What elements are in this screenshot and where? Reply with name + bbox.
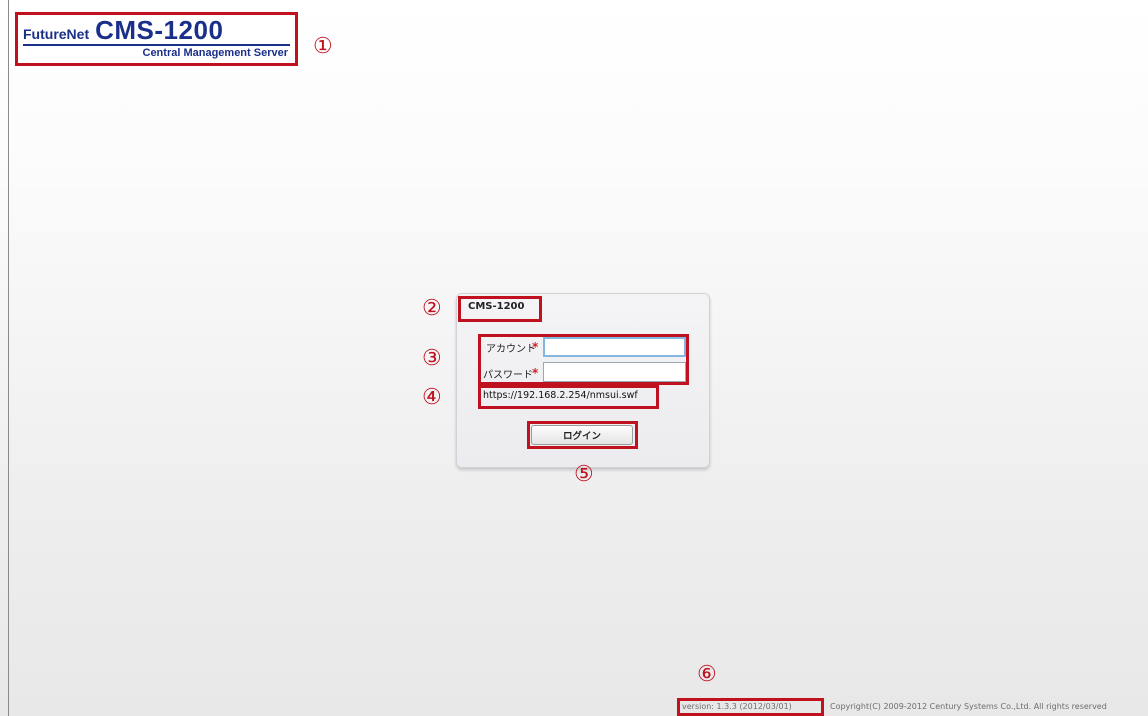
annotation-box-3	[478, 334, 689, 385]
annotation-box-6	[677, 698, 824, 716]
annotation-number-4: ④	[422, 385, 442, 410]
annotation-number-2: ②	[422, 296, 442, 321]
annotation-number-1: ①	[313, 34, 333, 59]
left-border-line	[8, 0, 9, 716]
annotation-number-6: ⑥	[697, 662, 717, 687]
annotation-number-5: ⑤	[574, 462, 594, 487]
footer-copyright: Copyright(C) 2009-2012 Century Systems C…	[830, 702, 1107, 711]
annotation-box-2	[458, 296, 542, 322]
annotation-number-3: ③	[422, 346, 442, 371]
annotation-box-1	[15, 12, 298, 66]
annotation-box-4	[478, 385, 659, 409]
annotation-box-5	[527, 421, 638, 449]
